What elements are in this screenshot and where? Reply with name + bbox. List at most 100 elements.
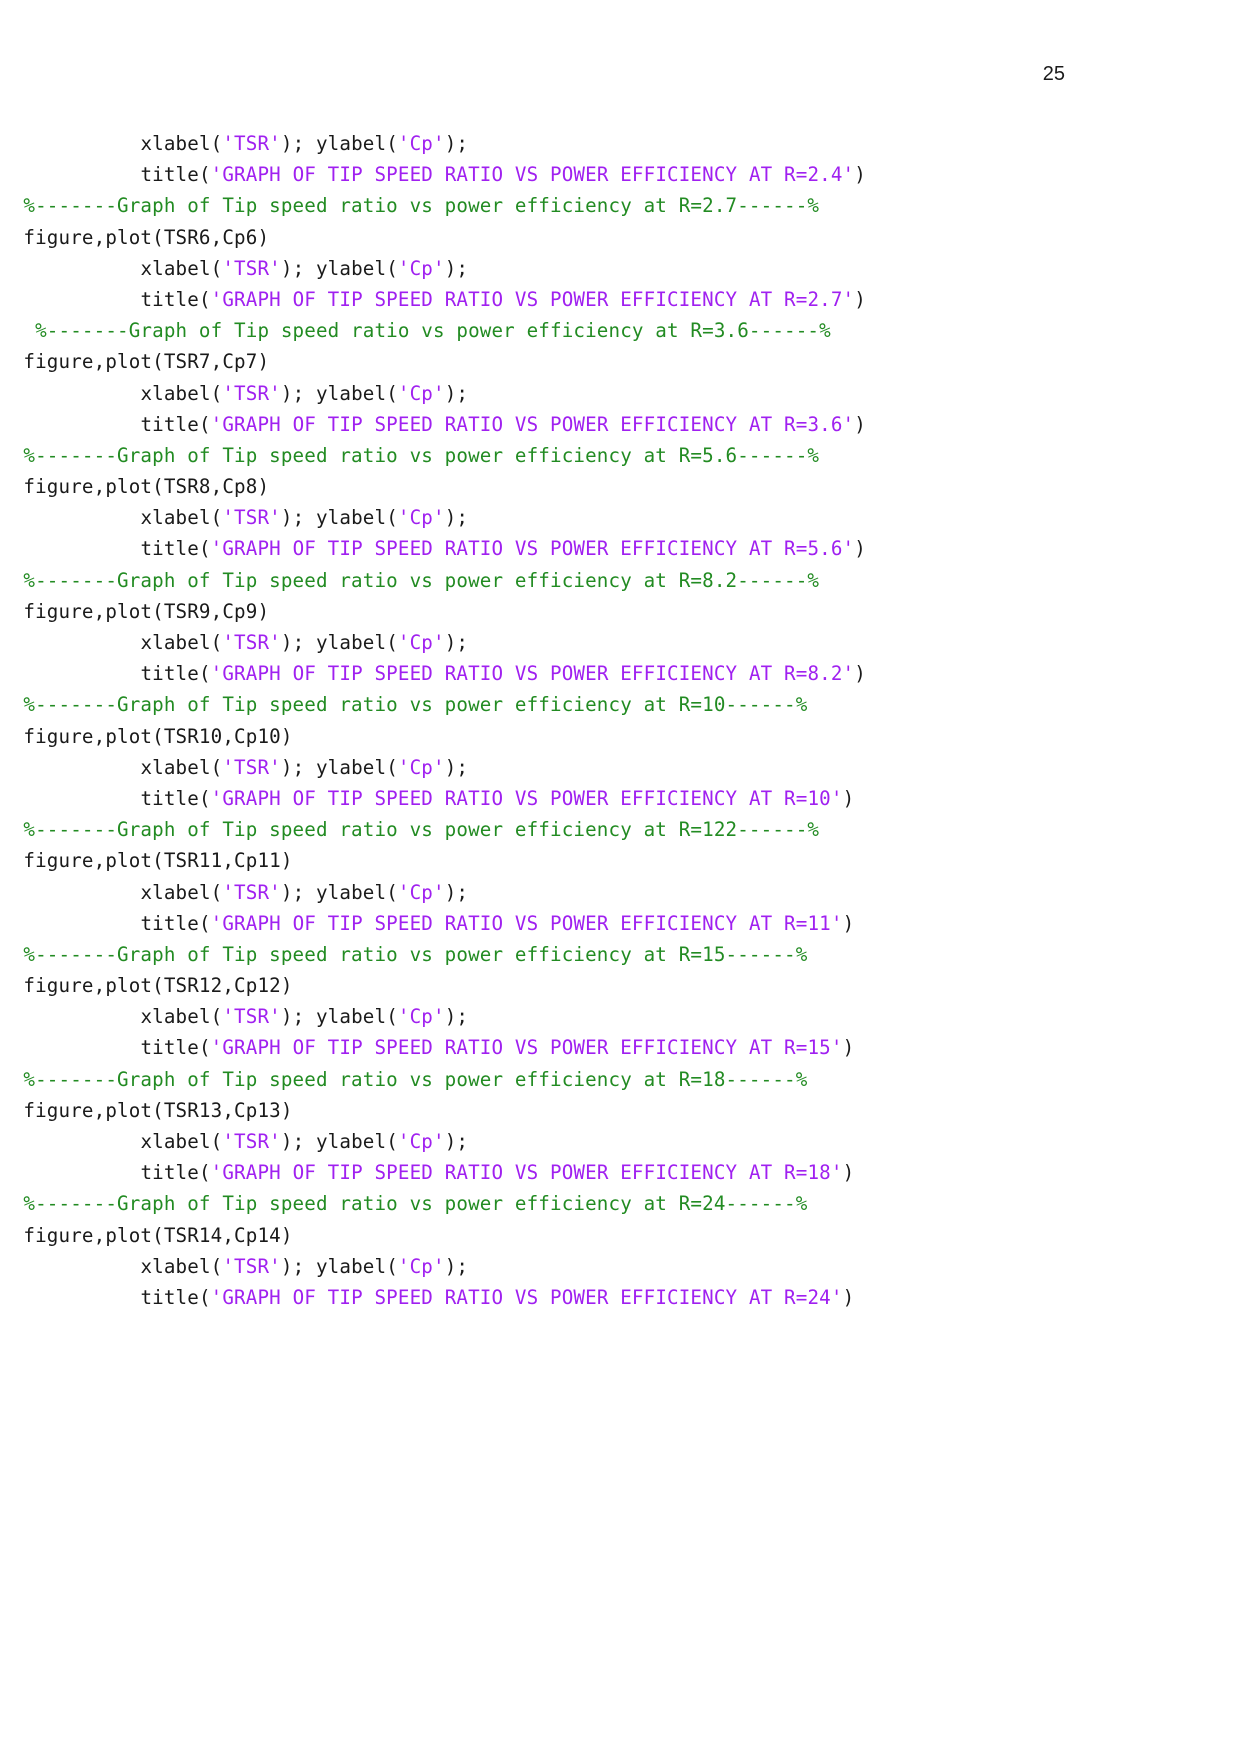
code-line: xlabel('TSR'); ylabel('Cp'); <box>0 1126 1241 1157</box>
code-token-string: 'GRAPH OF TIP SPEED RATIO VS POWER EFFIC… <box>210 1285 843 1309</box>
code-line: title('GRAPH OF TIP SPEED RATIO VS POWER… <box>0 783 1241 814</box>
code-token-plain: ) <box>842 911 855 935</box>
code-token-string: 'GRAPH OF TIP SPEED RATIO VS POWER EFFIC… <box>210 287 855 311</box>
code-token-plain: xlabel( <box>140 631 223 654</box>
code-line: %-------Graph of Tip speed ratio vs powe… <box>0 190 1241 221</box>
code-token-string: 'GRAPH OF TIP SPEED RATIO VS POWER EFFIC… <box>210 412 855 436</box>
code-line: title('GRAPH OF TIP SPEED RATIO VS POWER… <box>0 533 1241 564</box>
code-token-comment: %-------Graph of Tip speed ratio vs powe… <box>23 568 820 592</box>
code-line: title('GRAPH OF TIP SPEED RATIO VS POWER… <box>0 409 1241 440</box>
code-token-plain: ); <box>444 132 469 155</box>
code-token-string: 'Cp' <box>397 1130 445 1153</box>
document-page: 25 xlabel('TSR'); ylabel('Cp'); title('G… <box>0 0 1241 1754</box>
code-token-comment: %-------Graph of Tip speed ratio vs powe… <box>23 1192 808 1216</box>
code-token-plain: xlabel( <box>140 880 223 904</box>
code-token-plain: ) <box>842 1285 855 1309</box>
code-token-string: 'TSR' <box>222 256 281 280</box>
code-token-plain: xlabel( <box>140 1254 223 1278</box>
code-token-comment: %-------Graph of Tip speed ratio vs powe… <box>23 693 808 717</box>
code-line: %-------Graph of Tip speed ratio vs powe… <box>0 1188 1241 1219</box>
code-token-plain: title( <box>140 287 211 311</box>
code-line: xlabel('TSR'); ylabel('Cp'); <box>0 752 1241 783</box>
code-token-string: 'Cp' <box>397 1005 445 1029</box>
code-token-plain: ); <box>444 256 469 280</box>
code-token-plain: title( <box>140 1285 211 1309</box>
code-line: figure,plot(TSR13,Cp13) <box>0 1095 1241 1126</box>
code-token-comment: %-------Graph of Tip speed ratio vs powe… <box>23 443 820 467</box>
code-token-plain: ); <box>444 880 469 904</box>
code-line: xlabel('TSR'); ylabel('Cp'); <box>0 378 1241 409</box>
code-token-string: 'GRAPH OF TIP SPEED RATIO VS POWER EFFIC… <box>210 786 843 810</box>
code-token-string: 'GRAPH OF TIP SPEED RATIO VS POWER EFFIC… <box>210 163 855 187</box>
code-line: xlabel('TSR'); ylabel('Cp'); <box>0 627 1241 658</box>
matlab-code-listing: xlabel('TSR'); ylabel('Cp'); title('GRAP… <box>0 128 1241 1313</box>
code-token-plain: ); <box>444 506 469 530</box>
code-token-plain: xlabel( <box>140 506 223 530</box>
code-token-plain: ); ylabel( <box>280 132 398 155</box>
code-line: figure,plot(TSR9,Cp9) <box>0 596 1241 627</box>
code-token-plain: ); ylabel( <box>280 1130 398 1153</box>
code-token-plain: figure,plot(TSR14,Cp14) <box>23 1223 293 1247</box>
code-token-plain: ); ylabel( <box>280 1254 398 1278</box>
code-line: xlabel('TSR'); ylabel('Cp'); <box>0 128 1241 159</box>
code-token-string: 'TSR' <box>222 1254 281 1278</box>
code-token-plain: ); ylabel( <box>280 755 398 779</box>
code-token-comment: %-------Graph of Tip speed ratio vs powe… <box>23 194 820 218</box>
code-line: title('GRAPH OF TIP SPEED RATIO VS POWER… <box>0 1157 1241 1188</box>
code-token-string: 'Cp' <box>397 880 445 904</box>
code-token-plain: xlabel( <box>140 381 223 405</box>
code-token-plain: ) <box>854 537 866 561</box>
code-line: %-------Graph of Tip speed ratio vs powe… <box>0 689 1241 720</box>
code-line: figure,plot(TSR11,Cp11) <box>0 845 1241 876</box>
code-token-string: 'GRAPH OF TIP SPEED RATIO VS POWER EFFIC… <box>210 537 855 561</box>
page-number: 25 <box>1042 63 1065 85</box>
code-token-plain: ); <box>444 1254 469 1278</box>
code-token-plain: xlabel( <box>140 256 223 280</box>
code-token-plain: xlabel( <box>140 755 223 779</box>
code-token-string: 'GRAPH OF TIP SPEED RATIO VS POWER EFFIC… <box>210 911 843 935</box>
code-token-comment: %-------Graph of Tip speed ratio vs powe… <box>35 319 831 343</box>
code-line: xlabel('TSR'); ylabel('Cp'); <box>0 877 1241 908</box>
code-token-plain: figure,plot(TSR12,Cp12) <box>23 974 293 998</box>
code-token-string: 'TSR' <box>222 755 281 779</box>
code-line: %-------Graph of Tip speed ratio vs powe… <box>0 939 1241 970</box>
code-token-plain: ) <box>854 287 866 311</box>
code-token-string: 'TSR' <box>222 381 281 405</box>
code-token-plain: figure,plot(TSR11,Cp11) <box>23 849 293 873</box>
code-line: figure,plot(TSR14,Cp14) <box>0 1220 1241 1251</box>
code-token-string: 'Cp' <box>397 755 445 779</box>
code-token-plain: xlabel( <box>140 1130 223 1153</box>
code-token-comment: %-------Graph of Tip speed ratio vs powe… <box>23 942 808 966</box>
code-line: figure,plot(TSR12,Cp12) <box>0 970 1241 1001</box>
code-token-string: 'TSR' <box>222 1005 281 1029</box>
code-token-plain: title( <box>140 163 211 187</box>
code-token-plain: ); <box>444 755 469 779</box>
